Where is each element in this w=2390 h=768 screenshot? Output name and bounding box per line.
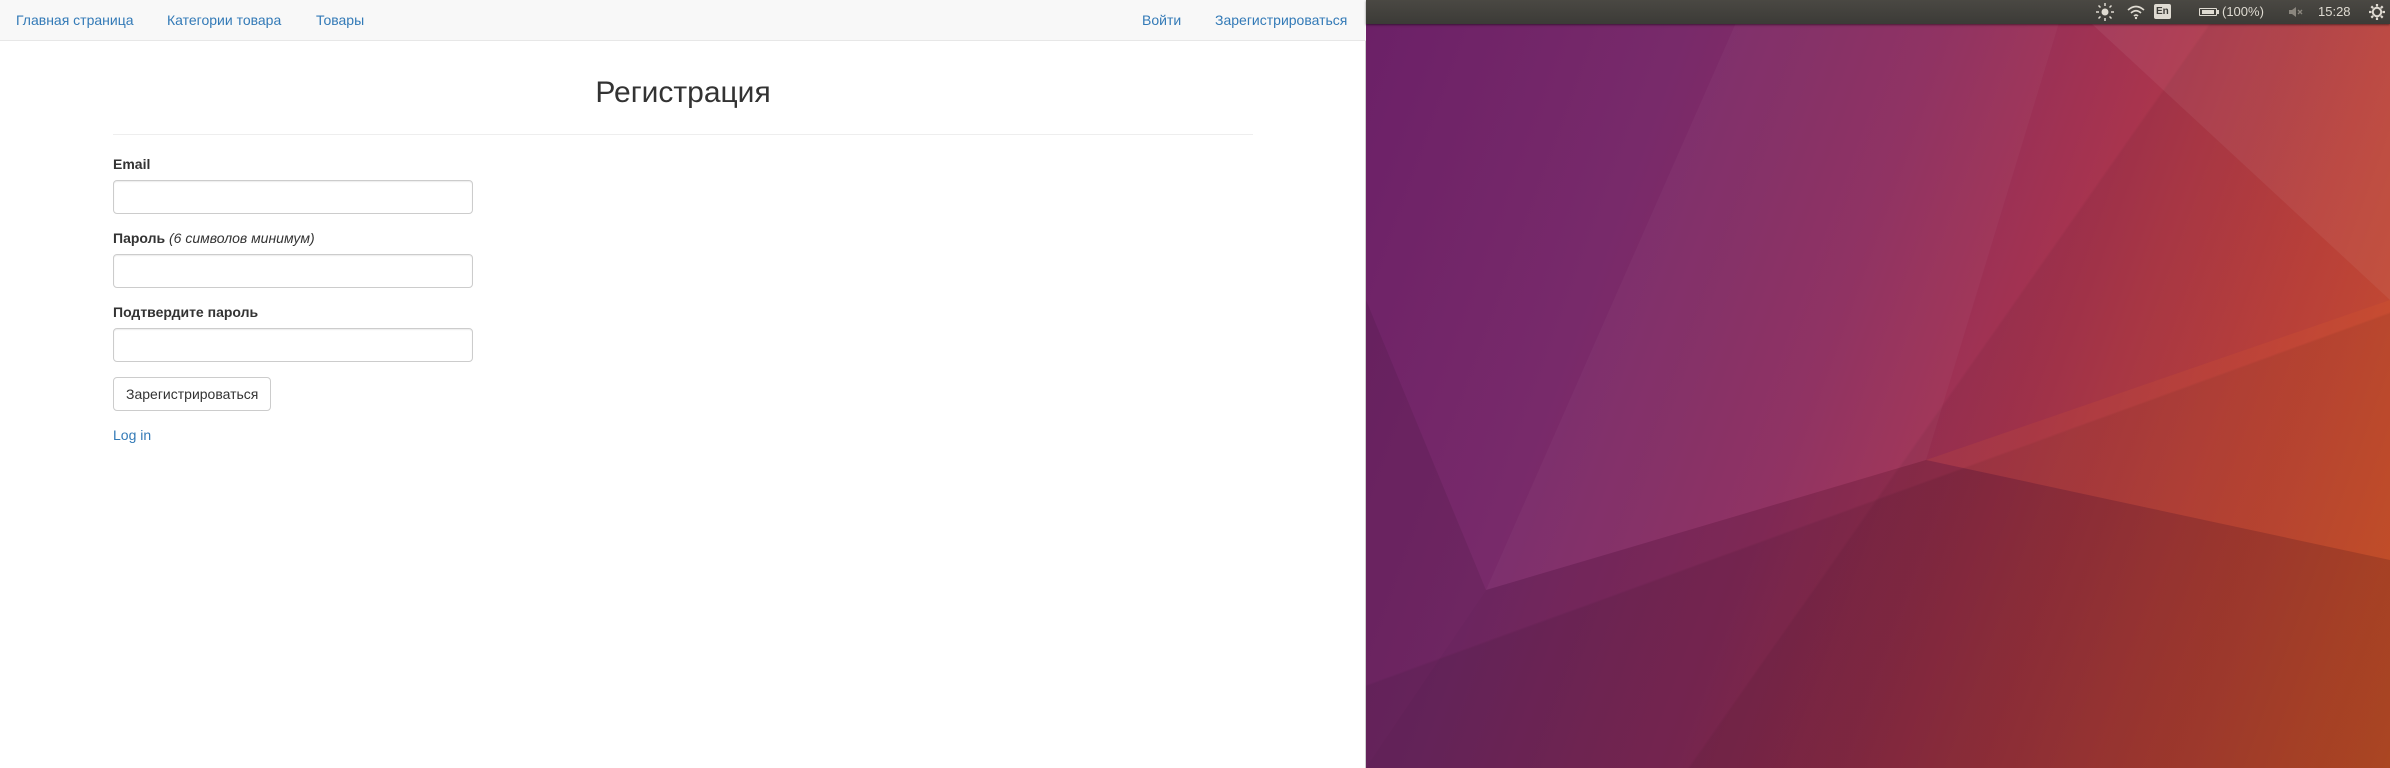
password-hint: (6 символов минимум) <box>169 230 315 246</box>
desktop-wallpaper <box>1366 0 2390 768</box>
navbar: Главная страница Категории товара Товары… <box>0 0 1366 41</box>
confirm-password-label-text: Подтвердите пароль <box>113 304 259 320</box>
system-top-panel: En (100%) 15:28 <box>1366 0 2390 24</box>
keyboard-layout-indicator[interactable]: En <box>2154 4 2171 19</box>
password-label-text: Пароль <box>113 230 166 246</box>
battery-icon[interactable] <box>2199 8 2219 16</box>
register-button[interactable]: Зарегистрироваться <box>113 377 272 411</box>
page-title: Регистрация <box>595 76 771 109</box>
nav-login-link[interactable]: Войти <box>1142 0 1181 41</box>
clock[interactable]: 15:28 <box>2318 0 2351 24</box>
battery-percentage: (100%) <box>2222 4 2264 19</box>
password-field[interactable] <box>113 254 473 288</box>
wallpaper-facets <box>1366 0 2390 768</box>
volume-muted-icon[interactable] <box>2288 0 2304 24</box>
nav-products-link[interactable]: Товары <box>316 0 364 41</box>
browser-page: Главная страница Категории товара Товары… <box>0 0 1366 768</box>
settings-gear-icon[interactable] <box>2368 0 2386 24</box>
nav-home-link[interactable]: Главная страница <box>16 0 134 41</box>
confirm-password-label: Подтвердите пароль <box>113 304 258 320</box>
password-label: Пароль (6 символов минимум) <box>113 230 315 246</box>
email-label: Email <box>113 156 150 172</box>
confirm-password-field[interactable] <box>113 328 473 362</box>
nav-register-link[interactable]: Зарегистрироваться <box>1215 0 1347 41</box>
brightness-icon[interactable] <box>2096 0 2114 24</box>
log-in-link[interactable]: Log in <box>113 427 151 443</box>
title-divider <box>113 134 1253 135</box>
email-label-text: Email <box>113 156 151 172</box>
screen: Главная страница Категории товара Товары… <box>0 0 2390 768</box>
nav-categories-link[interactable]: Категории товара <box>167 0 281 41</box>
email-field[interactable] <box>113 180 473 214</box>
wifi-icon[interactable] <box>2126 0 2146 24</box>
